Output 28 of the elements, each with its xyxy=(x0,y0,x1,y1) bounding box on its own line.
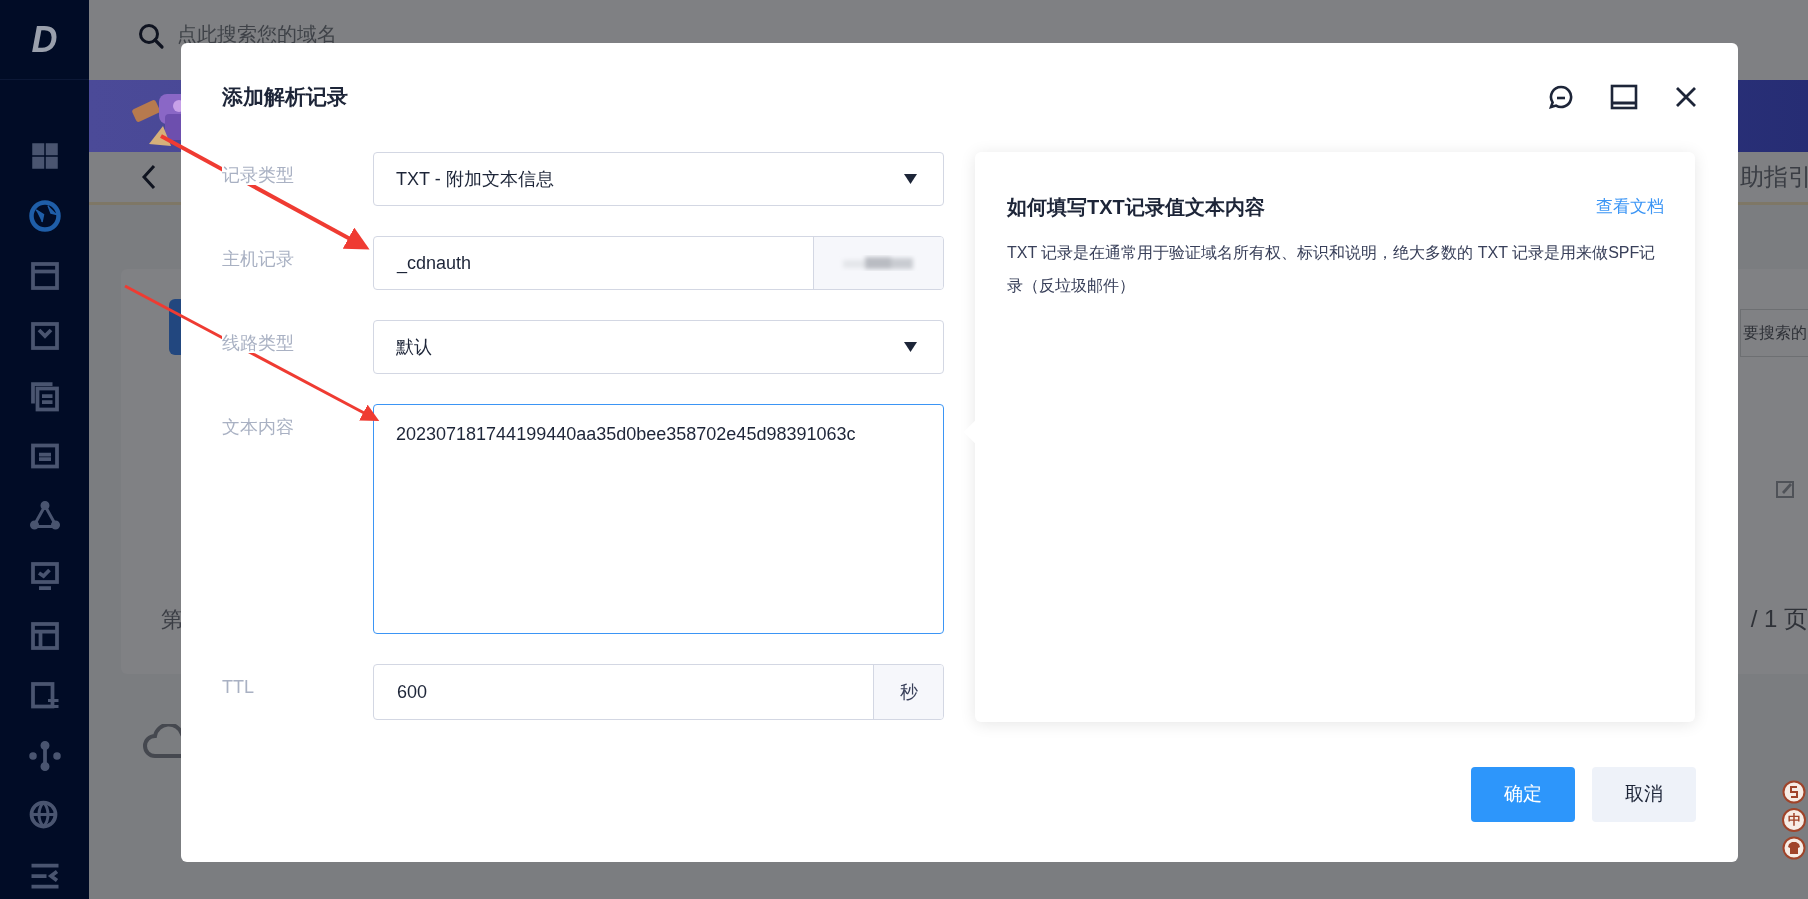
field-label: 线路类型 xyxy=(222,333,294,353)
node-icon[interactable] xyxy=(26,738,63,774)
ime-mode-button[interactable]: 中 xyxy=(1782,808,1806,832)
cancel-button[interactable]: 取消 xyxy=(1592,767,1696,822)
globe-icon[interactable] xyxy=(26,198,63,234)
ime-logo-icon[interactable] xyxy=(1782,780,1806,804)
field-label: 文本内容 xyxy=(222,417,294,437)
close-icon[interactable] xyxy=(1674,84,1698,109)
chat-icon[interactable] xyxy=(1548,83,1574,110)
field-label: 记录类型 xyxy=(222,165,294,185)
field-label: 主机记录 xyxy=(222,249,294,269)
unit-label: 秒 xyxy=(873,665,943,719)
caret-icon[interactable] xyxy=(904,342,917,352)
dialog-title: 添加解析记录 xyxy=(222,83,348,110)
pagination-label: / 1 页 xyxy=(1750,604,1808,634)
help-title: 如何填写TXT记录值文本内容 xyxy=(1007,195,1265,220)
host-record-field[interactable]: _cdnauth xyxy=(373,236,944,290)
app-logo[interactable]: D xyxy=(31,12,58,67)
dock-panel-icon[interactable] xyxy=(1610,83,1638,110)
caret-icon[interactable] xyxy=(904,174,917,184)
select-field[interactable]: TXT - 附加文本信息 xyxy=(373,152,944,206)
shirt-icon[interactable] xyxy=(1782,836,1806,860)
search-icon[interactable] xyxy=(137,22,165,50)
ttl-field[interactable]: 600 秒 xyxy=(373,664,944,720)
select-field[interactable]: 默认 xyxy=(373,320,944,374)
pagination-label: 第 xyxy=(161,605,183,634)
help-text: TXT 记录是在通常用于验证域名所有权、标识和说明，绝大多数的 TXT 记录是用来做SPF记录（反垃圾邮件） xyxy=(1007,243,1657,296)
text-content-field[interactable]: 202307181744199440aa35d0bee358702e45d98391063c xyxy=(373,404,944,634)
